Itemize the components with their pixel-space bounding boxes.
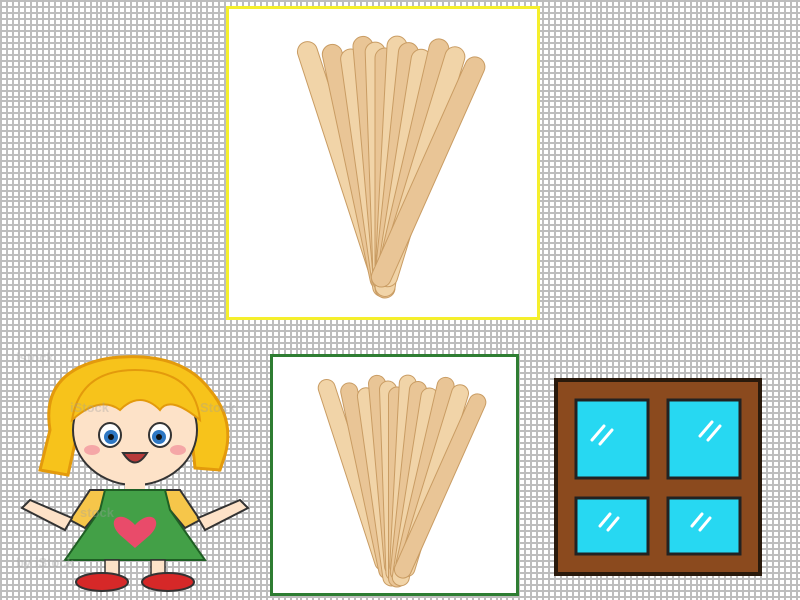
sticks-card-small[interactable]: [270, 354, 519, 596]
popsicle-sticks-small-icon: [317, 374, 487, 588]
window-illustration[interactable]: [552, 376, 764, 578]
window-icon: [554, 378, 762, 576]
watermark-text-5: by iStock: [16, 555, 74, 570]
sticks-card-large[interactable]: [226, 6, 540, 320]
watermark-text-4: stock: [80, 505, 114, 520]
watermark-text-2: iStock: [70, 400, 110, 415]
girl-illustration[interactable]: istock iStock Stock stock by iStock: [10, 350, 260, 595]
popsicle-sticks-large-icon: [296, 35, 486, 299]
watermark-text-3: Stock: [200, 400, 236, 415]
watermark-text-1: istock: [16, 350, 54, 365]
